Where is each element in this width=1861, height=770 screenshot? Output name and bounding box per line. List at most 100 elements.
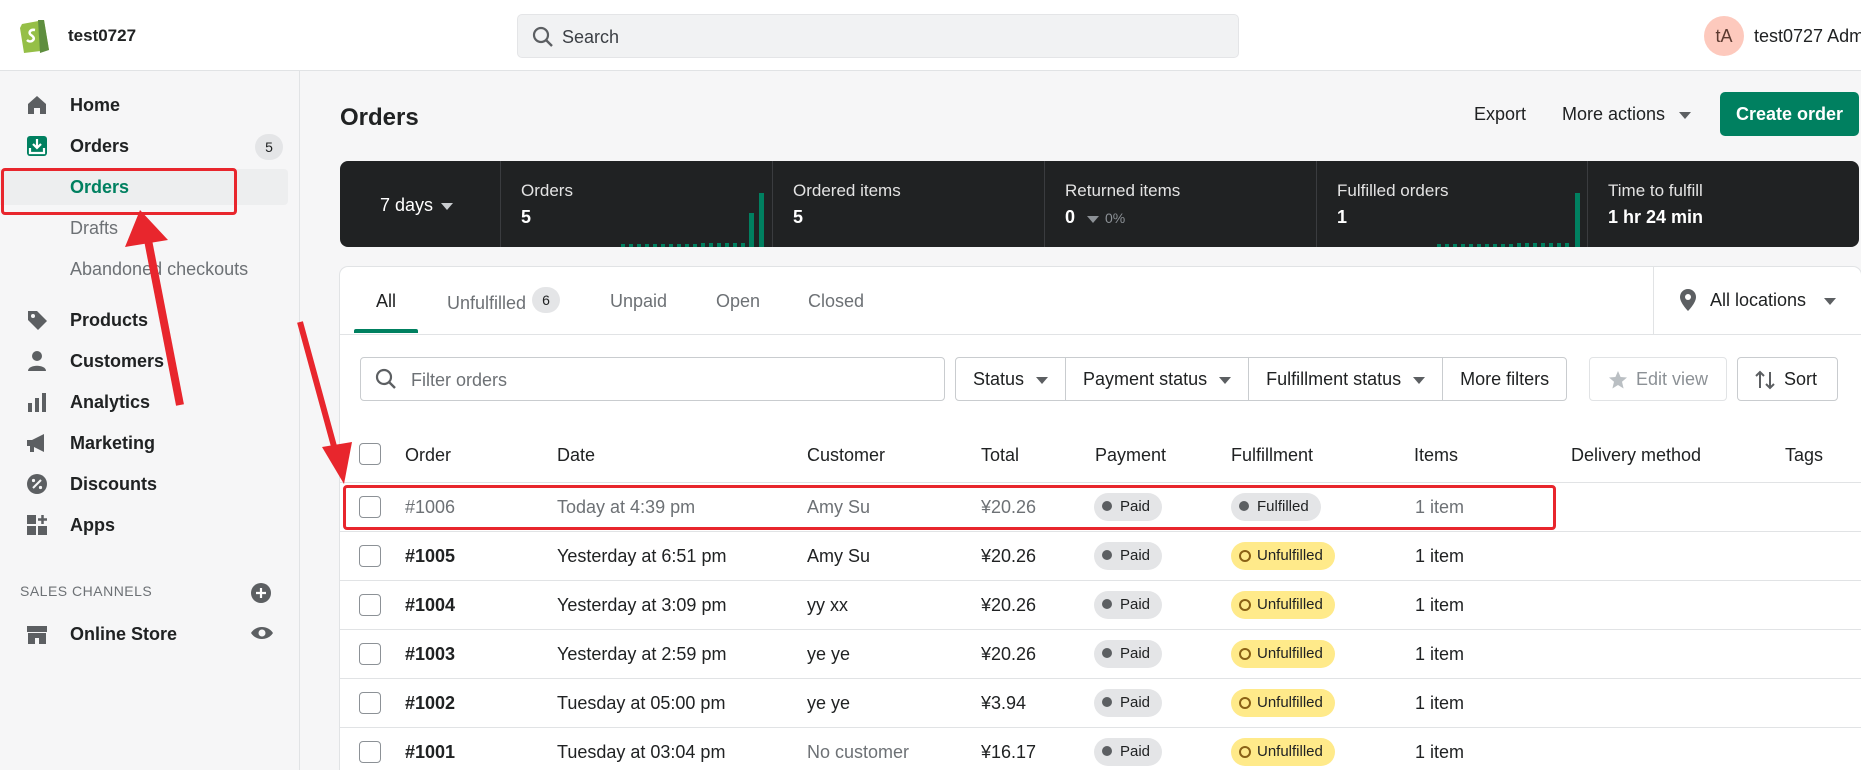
location-selector[interactable]: All locations bbox=[1653, 267, 1861, 335]
filter-orders-input[interactable]: Filter orders bbox=[360, 357, 945, 401]
column-header-date[interactable]: Date bbox=[557, 445, 595, 466]
period-label: 7 days bbox=[380, 195, 434, 215]
table-row[interactable]: #1005 Yesterday at 6:51 pm Amy Su ¥20.26… bbox=[340, 532, 1861, 581]
chevron-down-icon bbox=[441, 202, 454, 210]
add-sales-channel-icon[interactable] bbox=[250, 582, 272, 604]
filter-placeholder: Filter orders bbox=[411, 370, 508, 390]
stat-label: Fulfilled orders bbox=[1337, 181, 1449, 200]
more-actions-button[interactable]: More actions bbox=[1562, 104, 1692, 125]
order-number[interactable]: #1005 bbox=[405, 546, 455, 567]
avatar[interactable]: tA bbox=[1704, 16, 1744, 56]
status-filter-button[interactable]: Status bbox=[956, 358, 1067, 400]
sidebar-item-label: Analytics bbox=[70, 392, 151, 412]
order-items[interactable]: 1 item bbox=[1415, 595, 1464, 616]
admin-name[interactable]: test0727 Admin bbox=[1754, 26, 1861, 47]
column-header-payment[interactable]: Payment bbox=[1095, 445, 1166, 466]
fulfilled-sparkline bbox=[1437, 193, 1580, 247]
search-placeholder: Search bbox=[562, 27, 620, 47]
sidebar-subitem-drafts[interactable]: Drafts bbox=[0, 210, 300, 246]
stat-orders[interactable]: Orders 5 bbox=[500, 161, 772, 247]
export-button[interactable]: Export bbox=[1474, 104, 1526, 125]
payment-status-badge: Paid bbox=[1094, 738, 1163, 766]
order-date: Tuesday at 03:04 pm bbox=[557, 742, 726, 762]
order-items[interactable]: 1 item bbox=[1415, 693, 1464, 714]
orders-icon bbox=[27, 136, 47, 156]
row-checkbox[interactable] bbox=[359, 741, 381, 763]
sidebar-item-label: Home bbox=[70, 95, 121, 115]
store-name[interactable]: test0727 bbox=[68, 26, 136, 46]
order-date: Yesterday at 6:51 pm bbox=[557, 546, 727, 566]
chevron-down-icon bbox=[1219, 376, 1232, 384]
create-order-button[interactable]: Create order bbox=[1720, 92, 1859, 136]
stat-ordered-items[interactable]: Ordered items 5 bbox=[772, 161, 1044, 247]
order-number[interactable]: #1002 bbox=[405, 693, 455, 714]
sidebar-item-home[interactable]: Home bbox=[0, 87, 300, 123]
sidebar-item-products[interactable]: Products bbox=[0, 302, 300, 338]
column-header-fulfillment[interactable]: Fulfillment bbox=[1231, 445, 1313, 466]
tab-closed[interactable]: Closed bbox=[808, 291, 864, 312]
column-header-order[interactable]: Order bbox=[405, 445, 451, 466]
stat-value: 1 bbox=[1337, 207, 1348, 227]
order-number[interactable]: #1001 bbox=[405, 742, 455, 763]
order-items[interactable]: 1 item bbox=[1415, 742, 1464, 763]
sort-button[interactable]: Sort bbox=[1737, 357, 1838, 401]
row-checkbox[interactable] bbox=[359, 545, 381, 567]
edit-view-button[interactable]: Edit view bbox=[1589, 357, 1727, 401]
row-checkbox[interactable] bbox=[359, 692, 381, 714]
search-icon bbox=[532, 26, 553, 47]
stat-time-to-fulfill[interactable]: Time to fulfill 1 hr 24 min bbox=[1587, 161, 1859, 247]
sidebar-item-marketing[interactable]: Marketing bbox=[0, 425, 300, 461]
tab-count-badge: 6 bbox=[532, 287, 561, 313]
annotation-highlight-order-row bbox=[343, 485, 1556, 530]
order-items[interactable]: 1 item bbox=[1415, 546, 1464, 567]
table-row[interactable]: #1003 Yesterday at 2:59 pm ye ye ¥20.26 … bbox=[340, 630, 1861, 679]
sidebar-item-label: Products bbox=[70, 310, 149, 330]
column-header-customer[interactable]: Customer bbox=[807, 445, 885, 466]
sidebar-item-customers[interactable]: Customers bbox=[0, 343, 300, 379]
table-row[interactable]: #1002 Tuesday at 05:00 pm ye ye ¥3.94 Pa… bbox=[340, 679, 1861, 728]
apps-icon bbox=[27, 515, 47, 535]
tab-all[interactable]: All bbox=[376, 291, 396, 312]
sidebar-item-analytics[interactable]: Analytics bbox=[0, 384, 300, 420]
order-number[interactable]: #1004 bbox=[405, 595, 455, 616]
period-selector[interactable]: 7 days bbox=[340, 161, 500, 247]
stat-label: Ordered items bbox=[793, 181, 901, 200]
payment-status-filter-button[interactable]: Payment status bbox=[1066, 358, 1250, 400]
sidebar-item-orders[interactable]: Orders 5 bbox=[0, 128, 300, 164]
select-all-checkbox[interactable] bbox=[359, 443, 381, 465]
row-checkbox[interactable] bbox=[359, 594, 381, 616]
stat-returned-items[interactable]: Returned items 0 0% bbox=[1044, 161, 1316, 247]
table-row[interactable]: #1004 Yesterday at 3:09 pm yy xx ¥20.26 … bbox=[340, 581, 1861, 630]
table-row[interactable]: #1001 Tuesday at 03:04 pm No customer ¥1… bbox=[340, 728, 1861, 770]
tab-unpaid[interactable]: Unpaid bbox=[610, 291, 667, 312]
column-header-delivery-method[interactable]: Delivery method bbox=[1571, 445, 1701, 466]
shopify-logo-icon[interactable] bbox=[18, 16, 52, 54]
sidebar-item-label: Marketing bbox=[70, 433, 156, 453]
fulfillment-status-filter-button[interactable]: Fulfillment status bbox=[1249, 358, 1444, 400]
more-filters-button[interactable]: More filters bbox=[1443, 358, 1566, 400]
chevron-down-icon bbox=[1036, 376, 1049, 384]
search-input[interactable]: Search bbox=[517, 14, 1239, 58]
sidebar-item-label: Customers bbox=[70, 351, 165, 371]
eye-icon[interactable] bbox=[250, 622, 274, 644]
annotation-highlight-orders-nav bbox=[1, 168, 237, 215]
sidebar-item-discounts[interactable]: Discounts bbox=[0, 466, 300, 502]
column-header-items[interactable]: Items bbox=[1414, 445, 1458, 466]
row-checkbox[interactable] bbox=[359, 643, 381, 665]
stats-bar: 7 days Orders 5 Ordered items 5 Returned… bbox=[340, 161, 1859, 247]
sidebar-subitem-abandoned-checkouts[interactable]: Abandoned checkouts bbox=[0, 251, 300, 287]
store-icon bbox=[27, 626, 47, 644]
sidebar-item-apps[interactable]: Apps bbox=[0, 507, 300, 543]
column-header-total[interactable]: Total bbox=[981, 445, 1019, 466]
more-actions-label: More actions bbox=[1562, 104, 1666, 124]
tab-open[interactable]: Open bbox=[716, 291, 760, 312]
column-header-tags[interactable]: Tags bbox=[1785, 445, 1823, 466]
sidebar-subitem-label: Drafts bbox=[70, 218, 119, 238]
tab-unfulfilled[interactable]: Unfulfilled 6 bbox=[447, 287, 561, 313]
chevron-down-icon bbox=[1413, 376, 1426, 384]
stat-fulfilled-orders[interactable]: Fulfilled orders 1 bbox=[1316, 161, 1587, 247]
sort-label: Sort bbox=[1784, 369, 1818, 389]
order-items[interactable]: 1 item bbox=[1415, 644, 1464, 665]
order-number[interactable]: #1003 bbox=[405, 644, 455, 665]
megaphone-icon bbox=[27, 434, 44, 452]
